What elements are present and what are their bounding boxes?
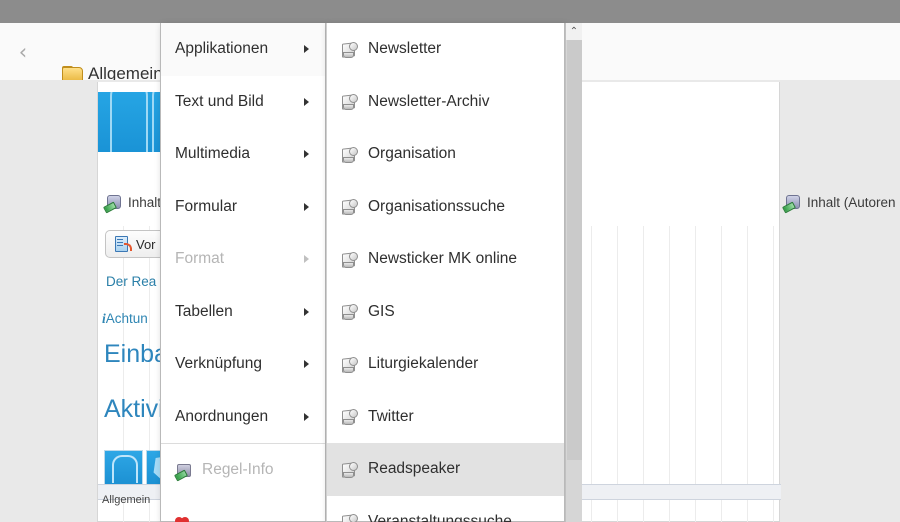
menu-item-label: Text und Bild [175,93,264,111]
chevron-right-icon [304,255,309,263]
scroll-icon [341,146,358,163]
submenu-item-gis[interactable]: GIS [327,286,564,339]
menu-item-label: Anordnungen [175,408,268,426]
submenu-item-readspeaker[interactable]: Readspeaker [327,443,564,496]
scroll-icon [341,513,358,522]
thumbnail-caption: Allgemein [102,494,150,506]
menu-item-format: Format [161,233,325,286]
context-submenu-applikationen[interactable]: Newsletter Newsletter-Archiv Organisatio… [326,23,565,522]
hearts-icon [175,514,192,522]
menu-item-applikationen[interactable]: Applikationen [161,23,325,76]
submenu-item-liturgiekalender[interactable]: Liturgiekalender [327,338,564,391]
menu-item-favoriten [161,497,325,522]
menu-item-regel-info: Regel-Info [161,444,325,497]
menu-item-label: Multimedia [175,145,250,163]
chevron-right-icon [304,45,309,53]
menu-item-tabellen[interactable]: Tabellen [161,286,325,339]
submenu-item-newsletter-archiv[interactable]: Newsletter-Archiv [327,76,564,129]
note-text: iAchtun [102,311,148,327]
readspeaker-listen-button-label: Vor [136,237,156,252]
submenu-item-label: Newsticker MK online [368,250,517,268]
content-db-icon [783,194,800,211]
submenu-item-veranstaltungssuche[interactable]: Veranstaltungssuche [327,496,564,522]
submenu-item-newsletter[interactable]: Newsletter [327,23,564,76]
menu-item-text-und-bild[interactable]: Text und Bild [161,76,325,129]
menu-item-multimedia[interactable]: Multimedia [161,128,325,181]
scroll-icon [341,41,358,58]
submenu-item-label: Organisationssuche [368,198,505,216]
content-db-icon [104,194,121,211]
window-top-bar [0,0,900,23]
scroll-up-button[interactable]: ⌃ [566,23,582,40]
submenu-item-label: Readspeaker [368,460,460,478]
section-heading-2: Aktivi [104,395,164,424]
menu-item-label: Regel-Info [202,461,274,479]
menu-item-label: Tabellen [175,303,233,321]
submenu-item-label: Newsletter [368,40,441,58]
speaker-doc-icon [115,236,131,252]
context-menu-main[interactable]: Applikationen Text und Bild Multimedia F… [160,23,326,522]
submenu-item-organisation[interactable]: Organisation [327,128,564,181]
submenu-item-organisationssuche[interactable]: Organisationssuche [327,181,564,234]
submenu-item-label: Liturgiekalender [368,355,478,373]
chevron-right-icon [304,413,309,421]
scroll-icon [341,461,358,478]
scrollbar-thumb[interactable] [567,40,582,460]
submenu-item-label: Veranstaltungssuche [368,513,512,522]
submenu-item-label: Newsletter-Archiv [368,93,489,111]
chevron-right-icon [304,150,309,158]
menu-scrollbar[interactable]: ⌃ [565,23,582,522]
chevron-right-icon [304,360,309,368]
screenshot-root: ‹ Allgemein Inhalt (Autoren [0,0,900,522]
scroll-icon [341,198,358,215]
section-heading-1: Einba [104,340,168,369]
submenu-item-label: Twitter [368,408,414,426]
intro-text: Der Rea [106,274,156,289]
menu-item-formular[interactable]: Formular [161,181,325,234]
menu-item-label: Applikationen [175,40,268,58]
submenu-item-label: GIS [368,303,395,321]
chevron-left-icon[interactable]: ‹ [12,40,34,64]
scroll-icon [341,303,358,320]
chevron-right-icon [304,98,309,106]
scroll-icon [341,251,358,268]
menu-item-anordnungen[interactable]: Anordnungen [161,391,325,444]
content-area-label-right: Inhalt (Autoren [783,194,896,211]
scroll-icon [341,356,358,373]
chevron-right-icon [304,308,309,316]
chevron-right-icon [304,203,309,211]
content-area-label-right-text: Inhalt (Autoren [807,195,896,210]
note-text-body: Achtun [106,311,148,326]
rule-info-icon [175,462,192,479]
scroll-icon [341,93,358,110]
submenu-item-label: Organisation [368,145,456,163]
menu-item-label: Formular [175,198,237,216]
submenu-item-newsticker-mk-online[interactable]: Newsticker MK online [327,233,564,286]
scroll-icon [341,408,358,425]
thumbnail-image[interactable] [104,450,143,488]
menu-item-label: Format [175,250,224,268]
menu-item-label: Verknüpfung [175,355,262,373]
submenu-item-twitter[interactable]: Twitter [327,391,564,444]
menu-item-verknuepfung[interactable]: Verknüpfung [161,338,325,391]
